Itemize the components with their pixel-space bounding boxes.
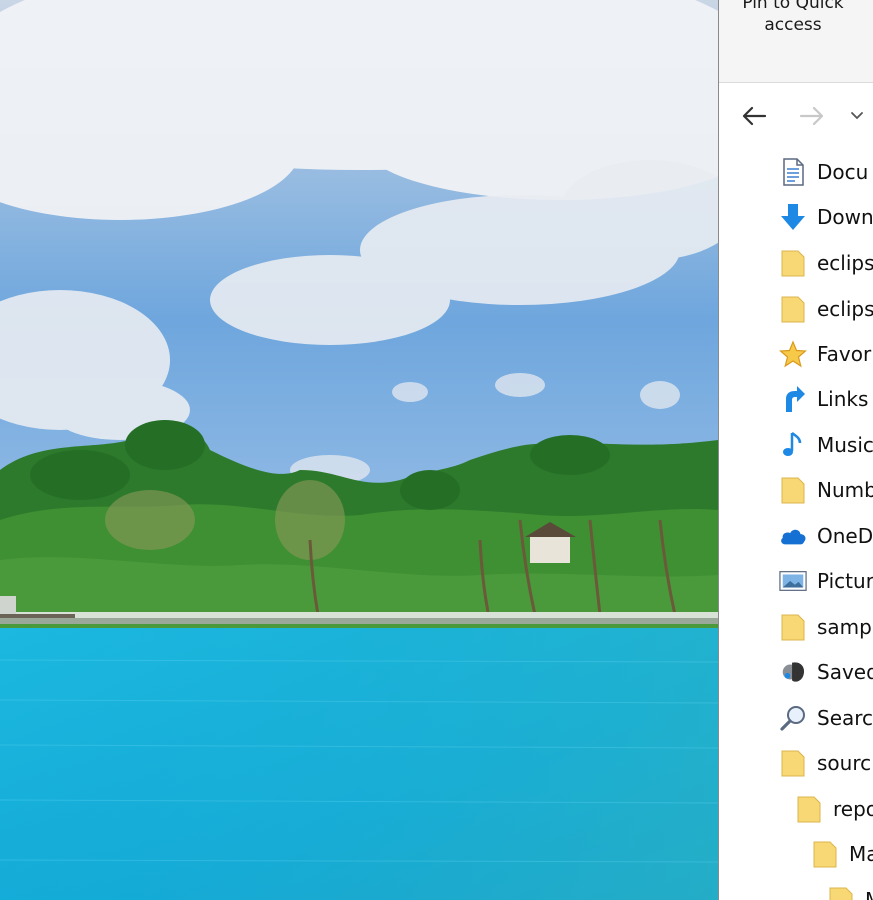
folder-icon (779, 748, 807, 778)
file-explorer-window: Pin to Quick access Docu Down eclips ecl… (718, 0, 873, 900)
tree-item-pictures[interactable]: Pictur (779, 559, 873, 603)
tree-item-label: Favor (817, 342, 872, 366)
tree-item-eclipse-1[interactable]: eclips (779, 241, 873, 285)
folder-icon (779, 612, 807, 642)
desktop-wallpaper (0, 0, 718, 900)
tree-item-label: Music (817, 433, 873, 457)
tree-item-source[interactable]: sourc (779, 741, 871, 785)
tree-item-label: OneD (817, 524, 873, 548)
picture-icon (779, 566, 807, 596)
tree-item-downloads[interactable]: Down (779, 195, 873, 239)
star-icon (779, 339, 807, 369)
tree-item-numbers[interactable]: Numb (779, 468, 873, 512)
tree-item-label: Saved (817, 660, 873, 684)
tree-item-documents[interactable]: Docu (779, 150, 868, 194)
pin-to-quick-access-button[interactable]: Pin to Quick access (725, 0, 861, 36)
tree-item-label: Ma (849, 842, 873, 866)
tree-item-searches[interactable]: Searc (779, 696, 873, 740)
folder-icon (779, 248, 807, 278)
download-icon (779, 202, 807, 232)
music-icon (779, 430, 807, 460)
tree-item-saved-games[interactable]: Saved (779, 650, 873, 694)
tree-item-label: Searc (817, 706, 873, 730)
tree-item-m[interactable]: M (827, 878, 873, 900)
ribbon: Pin to Quick access (719, 0, 873, 83)
tree-item-label: Numb (817, 478, 873, 502)
saved-games-icon (779, 657, 807, 687)
link-icon (779, 384, 807, 414)
tree-item-sample[interactable]: samp (779, 605, 872, 649)
tree-item-label: eclips (817, 297, 873, 321)
tree-item-label: Down (817, 205, 873, 229)
tree-item-ma[interactable]: Ma (811, 832, 873, 876)
tree-item-label: eclips (817, 251, 873, 275)
beach-landscape-image (0, 0, 718, 900)
tree-item-repos[interactable]: repo (795, 787, 873, 831)
tree-item-label: repo (833, 797, 873, 821)
tree-item-label: Docu (817, 160, 869, 184)
recent-locations-button[interactable] (847, 101, 867, 131)
folder-icon (795, 794, 823, 824)
folder-icon (779, 475, 807, 505)
folder-icon (811, 839, 839, 869)
tree-item-onedrive[interactable]: OneD (779, 514, 873, 558)
arrow-right-icon (799, 106, 824, 126)
cloud-icon (779, 521, 807, 551)
tree-item-label: sourc (817, 751, 872, 775)
search-icon (779, 703, 807, 733)
navigation-bar (719, 83, 873, 145)
tree-item-eclipse-2[interactable]: eclips (779, 287, 873, 331)
tree-item-label: Links (817, 387, 869, 411)
back-button[interactable] (739, 101, 769, 131)
document-icon (779, 157, 807, 187)
tree-item-label: Pictur (817, 569, 873, 593)
folder-icon (827, 885, 855, 900)
tree-item-links[interactable]: Links (779, 377, 868, 421)
forward-button[interactable] (797, 101, 827, 131)
tree-item-label: samp (817, 615, 872, 639)
folder-icon (779, 294, 807, 324)
tree-item-favorites[interactable]: Favor (779, 332, 871, 376)
chevron-down-icon (851, 112, 863, 120)
tree-item-label: M (865, 888, 873, 900)
tree-item-music[interactable]: Music (779, 423, 873, 467)
arrow-left-icon (742, 106, 767, 126)
